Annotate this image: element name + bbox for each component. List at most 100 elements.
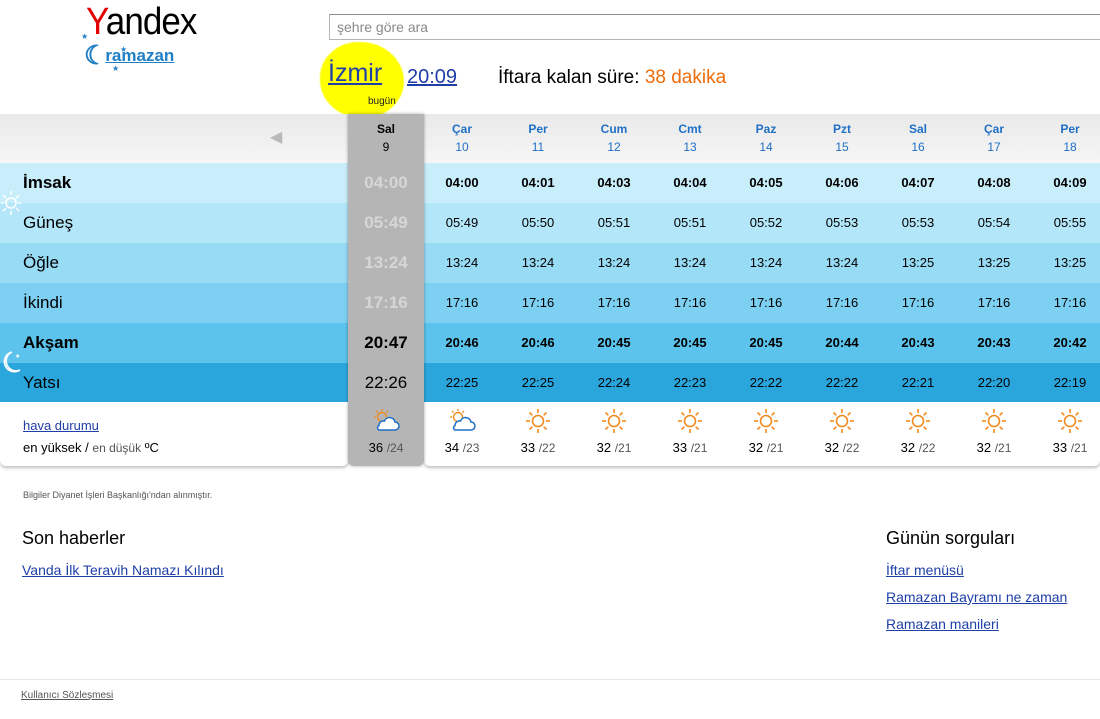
today-label: bugün — [368, 96, 396, 107]
query-link[interactable]: Ramazan manileri — [886, 615, 999, 633]
sun-icon — [508, 408, 568, 434]
prayer-time: 17:16 — [825, 295, 859, 310]
day-header[interactable]: Sal 16 — [888, 120, 948, 156]
weather-link[interactable]: hava durumu — [23, 418, 99, 433]
day-header[interactable]: Pzt 15 — [812, 120, 872, 156]
prayer-time: 05:50 — [521, 215, 555, 230]
user-agreement-link[interactable]: Kullanıcı Sözleşmesi — [21, 690, 113, 701]
temperature: 32 /22 — [888, 440, 948, 455]
high-label: en yüksek / — [23, 440, 89, 455]
weather-day: 32 /21 — [736, 408, 796, 455]
temperature: 33 /21 — [1040, 440, 1100, 455]
day-name: Pzt — [833, 122, 851, 136]
day-number: 10 — [455, 140, 469, 154]
temp-low: /21 — [690, 441, 708, 455]
prayer-time: 04:00 — [445, 175, 479, 190]
news-title: Son haberler — [22, 528, 126, 548]
prayer-time: 22:20 — [977, 375, 1011, 390]
today-prayer-time: 17:16 — [364, 293, 408, 312]
weather-day: 32 /22 — [888, 408, 948, 455]
prayer-time: 04:04 — [673, 175, 707, 190]
prayer-name: Akşam — [23, 333, 79, 352]
sun-icon — [888, 408, 948, 434]
current-time-link[interactable]: 20:09 — [407, 65, 457, 89]
day-header[interactable]: Paz 14 — [736, 120, 796, 156]
prayer-time: 20:46 — [521, 335, 555, 350]
iftar-label: İftara kalan süre: — [498, 67, 640, 88]
temperature: 36 /24 — [356, 440, 416, 455]
day-header[interactable]: Çar 10 — [432, 120, 492, 156]
day-name: Per — [528, 122, 548, 136]
previous-arrow-icon[interactable]: ◀ — [270, 127, 282, 147]
day-number: 11 — [531, 140, 545, 154]
day-name: Paz — [755, 122, 777, 136]
iftar-countdown: İftara kalan süre: 38 dakika — [498, 66, 726, 90]
day-header: Sal 9 — [356, 120, 416, 156]
partly-cloudy-icon — [356, 408, 416, 434]
prayer-time: 20:44 — [825, 335, 859, 350]
weather-day: 36 /24 — [356, 408, 416, 455]
day-number: 9 — [382, 140, 390, 154]
prayer-time: 20:45 — [673, 335, 707, 350]
day-name: Cum — [600, 122, 628, 136]
prayer-time: 20:45 — [749, 335, 783, 350]
footer-divider — [0, 679, 1100, 680]
day-number: 12 — [607, 140, 621, 154]
weather-label-box — [0, 402, 348, 466]
iftar-remaining: 38 dakika — [644, 67, 727, 88]
temp-high: 33 — [672, 440, 691, 455]
news-link[interactable]: Vanda İlk Teravih Namazı Kılındı — [22, 561, 224, 579]
prayer-time: 13:24 — [673, 255, 707, 270]
day-header[interactable]: Per 18 — [1040, 120, 1100, 156]
temp-high: 32 — [976, 440, 995, 455]
day-name: Çar — [451, 122, 472, 136]
prayer-time: 05:51 — [673, 215, 707, 230]
prayer-time: 13:25 — [1053, 255, 1087, 270]
low-label: en düşük — [92, 441, 142, 455]
prayer-time: 05:49 — [445, 215, 479, 230]
star-icon: ★ — [81, 32, 89, 41]
query-link[interactable]: Ramazan Bayramı ne zaman — [886, 588, 1067, 606]
queries-title: Günün sorguları — [886, 528, 1016, 548]
prayer-time: 17:16 — [977, 295, 1011, 310]
logo-subtitle: ☾ramazan — [84, 40, 175, 70]
city-search-input[interactable]: şehre göre ara — [329, 14, 1100, 40]
prayer-time: 05:55 — [1053, 215, 1087, 230]
temperature: 32 /21 — [736, 440, 796, 455]
logo-wordmark: Yandex — [86, 1, 197, 43]
day-number: 17 — [987, 140, 1001, 154]
temp-low: /22 — [918, 441, 936, 455]
yandex-ramazan-logo[interactable]: Yandex ☾ramazan ★ ★ ★ — [81, 1, 197, 73]
today-prayer-time: 22:26 — [364, 373, 408, 392]
temp-high: 32 — [748, 440, 767, 455]
weather-day: 33 /21 — [1040, 408, 1100, 455]
partly-cloudy-icon — [432, 408, 492, 434]
day-header[interactable]: Çar 17 — [964, 120, 1024, 156]
prayer-time: 22:24 — [597, 375, 631, 390]
city-link[interactable]: İzmir — [328, 58, 382, 88]
prayer-name: İmsak — [23, 173, 72, 192]
weather-day: 33 /21 — [660, 408, 720, 455]
today-prayer-time: 04:00 — [364, 173, 408, 192]
prayer-time: 20:43 — [901, 335, 935, 350]
temp-high: 32 — [900, 440, 919, 455]
prayer-time: 04:05 — [749, 175, 783, 190]
prayer-time: 20:42 — [1053, 335, 1087, 350]
prayer-time: 17:16 — [597, 295, 631, 310]
prayer-time: 22:19 — [1053, 375, 1087, 390]
day-header[interactable]: Per 11 — [508, 120, 568, 156]
prayer-time: 13:24 — [749, 255, 783, 270]
day-number: 13 — [683, 140, 697, 154]
day-name: Per — [1060, 122, 1080, 136]
prayer-time: 22:22 — [749, 375, 783, 390]
prayer-time: 17:16 — [521, 295, 555, 310]
today-prayer-time: 05:49 — [364, 213, 408, 232]
temperature-legend: en yüksek / en düşük ºC — [23, 440, 159, 455]
query-link[interactable]: İftar menüsü — [886, 561, 964, 579]
day-header[interactable]: Cum 12 — [584, 120, 644, 156]
prayer-time: 13:25 — [901, 255, 935, 270]
temp-low: /22 — [538, 441, 556, 455]
prayer-time: 22:23 — [673, 375, 707, 390]
day-header[interactable]: Cmt 13 — [660, 120, 720, 156]
crescent-moon-icon: ★ — [3, 351, 21, 373]
